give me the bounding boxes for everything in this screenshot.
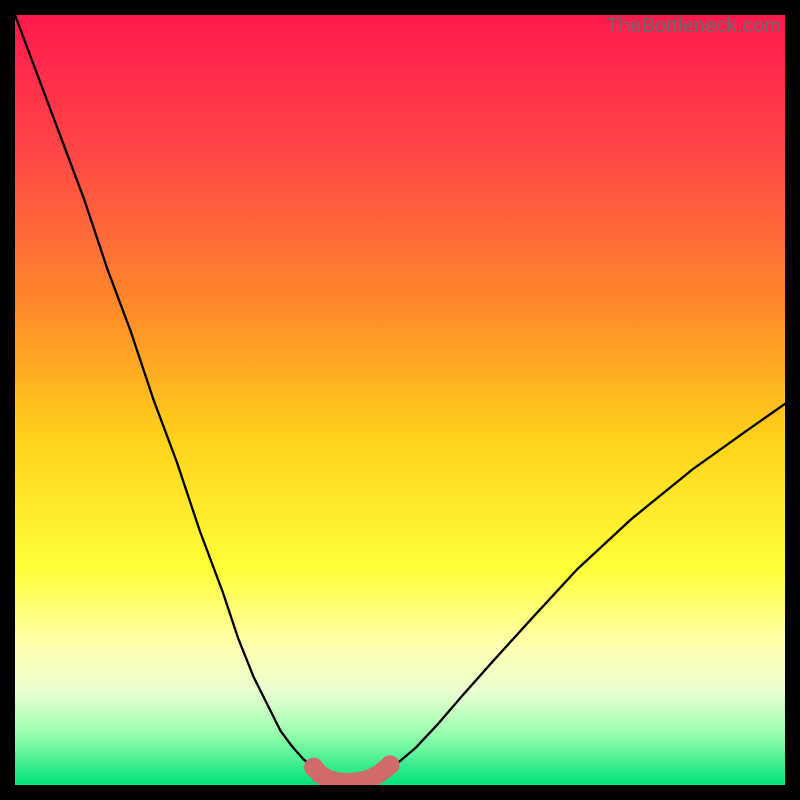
plot-area: TheBottleneck.com	[15, 15, 785, 785]
chart-frame: TheBottleneck.com	[0, 0, 800, 800]
background-gradient	[15, 15, 785, 785]
